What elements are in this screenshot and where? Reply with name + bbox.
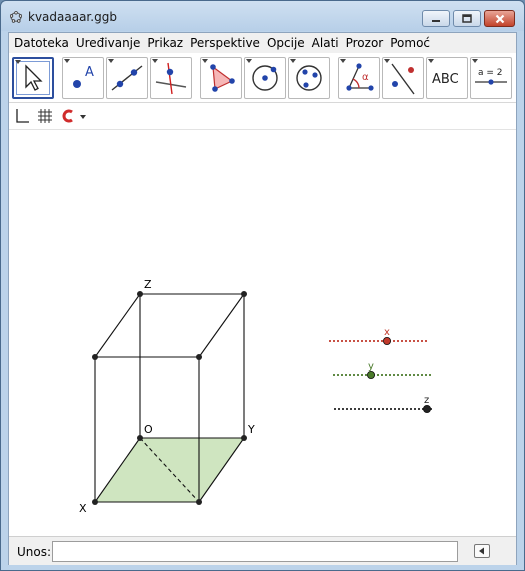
tool-perpendicular[interactable] bbox=[150, 57, 192, 99]
grid-toggle-icon[interactable] bbox=[37, 108, 53, 124]
perpendicular-line-icon bbox=[155, 62, 187, 95]
line-through-points-icon bbox=[111, 65, 143, 91]
input-help-button[interactable] bbox=[474, 544, 490, 558]
menu-datoteka[interactable]: Datoteka bbox=[11, 36, 73, 50]
tool-reflect[interactable] bbox=[382, 57, 424, 99]
new-point-icon: A bbox=[73, 65, 94, 88]
app-client-area: Datoteka Uređivanje Prikaz Perspektive O… bbox=[8, 32, 517, 565]
title-bar[interactable]: kvadaaaar.ggb bbox=[1, 1, 524, 31]
minimize-button[interactable] bbox=[422, 10, 450, 27]
point-label-x: X bbox=[79, 502, 87, 515]
slider-label-z: z bbox=[424, 395, 429, 406]
input-field[interactable] bbox=[52, 541, 458, 562]
tool-slider[interactable]: a = 2 bbox=[470, 57, 512, 99]
menu-pomoc[interactable]: Pomoć bbox=[387, 36, 434, 50]
chevron-down-icon bbox=[246, 59, 252, 63]
chevron-down-icon bbox=[384, 59, 390, 63]
chevron-down-icon[interactable] bbox=[79, 114, 87, 120]
chevron-down-icon bbox=[64, 59, 70, 63]
cube-edges bbox=[94, 293, 245, 503]
vertex-point[interactable] bbox=[241, 435, 247, 441]
tool-circle-three-points[interactable] bbox=[288, 57, 330, 99]
axes-toggle-icon[interactable] bbox=[14, 108, 30, 124]
point-tool-label: A bbox=[85, 65, 94, 80]
vertex-point[interactable] bbox=[196, 354, 202, 360]
vertex-point[interactable] bbox=[92, 499, 98, 505]
slider-knob-y[interactable] bbox=[366, 370, 375, 379]
vertex-point[interactable] bbox=[196, 499, 202, 505]
graphics-canvas[interactable]: Z O Y X x y z bbox=[9, 130, 516, 535]
triangle-left-icon bbox=[479, 547, 484, 555]
menu-opcije[interactable]: Opcije bbox=[264, 36, 309, 50]
chevron-down-icon bbox=[108, 59, 114, 63]
menu-uredivanje[interactable]: Uređivanje bbox=[73, 36, 145, 50]
slider-icon: a = 2 bbox=[475, 68, 507, 85]
slider-tool-label: a = 2 bbox=[478, 68, 503, 78]
menu-bar: Datoteka Uređivanje Prikaz Perspektive O… bbox=[9, 33, 516, 53]
tool-move[interactable] bbox=[12, 57, 54, 99]
vertex-point[interactable] bbox=[241, 291, 247, 297]
menu-perspektive[interactable]: Perspektive bbox=[187, 36, 264, 50]
chevron-down-icon bbox=[152, 59, 158, 63]
point-label-o: O bbox=[144, 423, 153, 436]
style-bar bbox=[9, 104, 516, 130]
chevron-down-icon bbox=[428, 59, 434, 63]
close-button[interactable] bbox=[484, 10, 515, 27]
slider-label-y: y bbox=[368, 361, 374, 372]
edge[interactable] bbox=[198, 293, 245, 358]
chevron-down-icon bbox=[202, 59, 208, 63]
vertex-point[interactable] bbox=[137, 435, 143, 441]
sliders-group: x y z bbox=[329, 327, 434, 413]
tool-angle[interactable]: α bbox=[338, 57, 380, 99]
reflect-about-line-icon bbox=[391, 63, 415, 95]
tool-new-point[interactable]: A bbox=[62, 57, 104, 99]
circle-center-point-icon bbox=[252, 65, 278, 91]
tool-polygon[interactable] bbox=[200, 57, 242, 99]
slider-knob-z[interactable] bbox=[422, 404, 431, 413]
geogebra-app-icon bbox=[10, 11, 22, 23]
insert-text-icon: ABC bbox=[432, 72, 459, 87]
vertex-point[interactable] bbox=[92, 354, 98, 360]
chevron-down-icon bbox=[472, 59, 478, 63]
edge[interactable] bbox=[94, 293, 141, 358]
point-capture-icon[interactable] bbox=[61, 109, 75, 123]
text-tool-label: ABC bbox=[432, 72, 459, 87]
polygon-icon bbox=[210, 64, 235, 92]
tool-line[interactable] bbox=[106, 57, 148, 99]
angle-icon: α bbox=[346, 63, 374, 91]
input-label: Unos: bbox=[17, 545, 52, 559]
chevron-down-icon bbox=[290, 59, 296, 63]
menu-prozor[interactable]: Prozor bbox=[343, 36, 388, 50]
tool-circle-center[interactable] bbox=[244, 57, 286, 99]
chevron-down-icon bbox=[15, 60, 21, 64]
menu-alati[interactable]: Alati bbox=[309, 36, 343, 50]
circle-three-points-icon bbox=[296, 65, 322, 91]
point-label-z: Z bbox=[144, 278, 152, 291]
chevron-down-icon bbox=[340, 59, 346, 63]
window-title: kvadaaaar.ggb bbox=[28, 10, 117, 24]
minimize-icon bbox=[432, 19, 440, 22]
slider-knob-x[interactable] bbox=[382, 336, 391, 345]
restore-button[interactable] bbox=[453, 10, 481, 27]
tool-bar: A α ABC a = 2 bbox=[9, 53, 516, 103]
close-icon bbox=[495, 14, 504, 23]
input-bar: Unos: bbox=[9, 536, 516, 565]
slider-label-x: x bbox=[384, 327, 390, 338]
point-label-y: Y bbox=[247, 423, 255, 436]
tool-text[interactable]: ABC bbox=[426, 57, 468, 99]
graphics-view[interactable]: Z O Y X x y z bbox=[9, 130, 516, 535]
restore-icon bbox=[462, 14, 472, 23]
vertex-point[interactable] bbox=[137, 291, 143, 297]
menu-prikaz[interactable]: Prikaz bbox=[144, 36, 187, 50]
geogebra-window: kvadaaaar.ggb Datoteka Uređivanje Prikaz… bbox=[0, 0, 525, 571]
angle-tool-label: α bbox=[362, 72, 369, 83]
